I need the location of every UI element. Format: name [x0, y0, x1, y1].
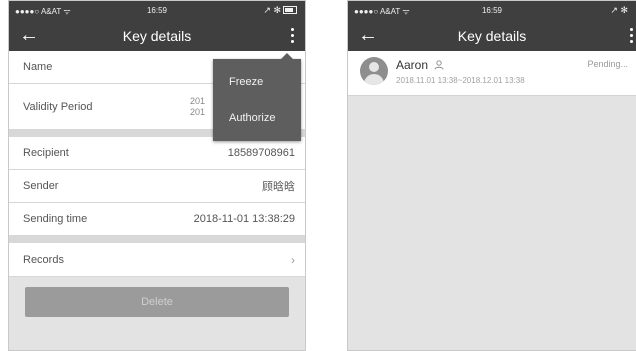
records-row[interactable]: Records ›: [9, 243, 305, 277]
status-badge: Pending...: [587, 59, 628, 69]
status-time: 16:59: [481, 6, 503, 15]
nav-bar: ← Key details: [9, 21, 305, 51]
delete-button[interactable]: Delete: [25, 287, 289, 317]
menu-item-freeze[interactable]: Freeze: [213, 64, 301, 100]
user-icon: [434, 60, 444, 70]
send-info-list: Recipient 18589708961 Sender 顾晗晗 Sending…: [9, 137, 305, 236]
sending-time-row: Sending time 2018-11-01 13:38:29: [9, 203, 305, 236]
page-title: Key details: [122, 28, 192, 44]
status-bar: ●●●●○ A&AT ᯤ 16:59 ↗ ✻: [9, 1, 305, 21]
recipient-value: 18589708961: [227, 147, 295, 159]
sending-time-value: 2018-11-01 13:38:29: [193, 213, 295, 225]
recipient-row: Recipient 18589708961: [9, 137, 305, 170]
options-popup-menu: Freeze Authorize: [213, 53, 301, 141]
right-phone-screen: ●●●●○ A&AT ᯤ 16:59 ↗ ✻ ← Key details Aar…: [347, 0, 636, 351]
validity-value: 201 201: [189, 95, 205, 117]
battery-icon: [283, 6, 297, 14]
status-icons: ↗ ✻: [610, 5, 628, 15]
sender-value: 顾晗晗: [262, 181, 295, 193]
avatar-icon: [360, 57, 388, 85]
key-validity-period: 2018.11.01 13:38~2018.12.01 13:38: [396, 76, 525, 85]
left-phone-screen: ●●●●○ A&AT ᯤ 16:59 ↗ ✻ ← Key details Nam…: [8, 0, 306, 351]
delete-area: Delete: [9, 277, 305, 347]
status-bar: ●●●●○ A&AT ᯤ 16:59 ↗ ✻: [348, 1, 636, 21]
sender-row: Sender 顾晗晗: [9, 170, 305, 203]
key-list-item[interactable]: Aaron 2018.11.01 13:38~2018.12.01 13:38 …: [348, 51, 636, 96]
more-options-icon[interactable]: [628, 26, 634, 46]
records-list: Records ›: [9, 243, 305, 277]
records-label: Records: [23, 253, 64, 266]
section-divider: [9, 236, 305, 243]
recipient-label: Recipient: [23, 147, 69, 159]
nav-bar: ← Key details: [348, 21, 636, 51]
sender-label: Sender: [23, 180, 59, 192]
name-label: Name: [23, 61, 53, 73]
key-holder-name: Aaron: [396, 58, 444, 72]
sending-time-label: Sending time: [23, 213, 88, 225]
menu-item-authorize[interactable]: Authorize: [213, 100, 301, 136]
page-title: Key details: [457, 28, 527, 44]
status-icons: ↗ ✻: [263, 5, 297, 16]
status-time: 16:59: [146, 6, 168, 15]
more-options-icon[interactable]: [289, 26, 295, 46]
validity-label: Validity Period: [23, 100, 93, 113]
chevron-right-icon: ›: [291, 252, 295, 267]
